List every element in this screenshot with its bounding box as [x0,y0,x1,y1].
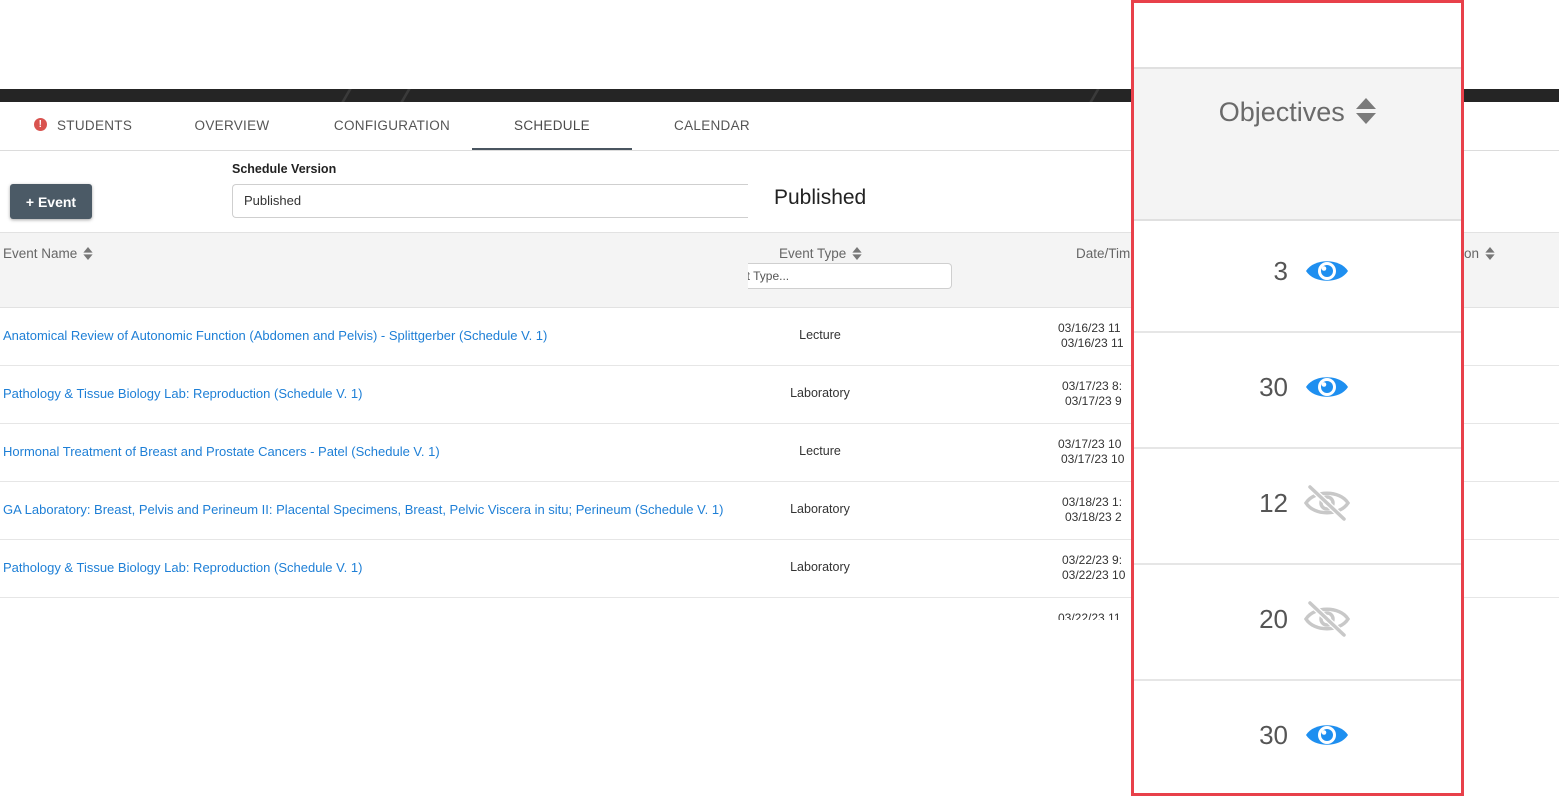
event-type-cell: Laboratory [790,560,850,574]
event-type-cell: Laboratory [790,502,850,516]
filter-placeholder: nt Type... [748,269,790,283]
end-date: 03/17/23 10 [1061,452,1125,466]
tab-configuration[interactable]: CONFIGURATION [322,102,462,150]
start-date: 03/17/23 10 [1058,437,1122,451]
objectives-row: 20 [1134,565,1461,681]
col-header-event-type[interactable]: Event Type [779,246,862,261]
tab-label: STUDENTS [57,118,133,133]
tab-label: SCHEDULE [514,118,590,133]
date-time-cell: 03/22/23 9: 03/22/23 10 [1040,553,1133,583]
date-time-cell: 03/17/23 10 03/17/23 10 [1040,437,1133,467]
objectives-row: 30 [1134,681,1461,793]
objectives-row: 30 [1134,333,1461,449]
tab-overview[interactable]: OVERVIEW [182,102,282,150]
end-date: 03/16/23 11 [1061,336,1124,350]
eye-icon[interactable] [1304,369,1350,405]
tab-label: CONFIGURATION [333,118,451,133]
eye-off-icon[interactable] [1304,485,1350,521]
col-header-label: on [1464,246,1480,261]
event-name-link[interactable]: Anatomical Review of Autonomic Function … [3,328,547,343]
objectives-count: 30 [1259,372,1288,402]
col-header-label: Event Type [779,246,847,261]
start-date: 03/17/23 8: [1062,379,1123,393]
objectives-count: 30 [1259,720,1288,750]
start-date: 03/16/23 11 [1058,321,1121,335]
date-time-cell: 03/18/23 1: 03/18/23 2 [1040,495,1133,525]
end-date: 03/22/23 10 [1062,568,1126,582]
schedule-version-select[interactable]: Published [232,184,748,218]
objectives-count: 20 [1259,604,1288,634]
objectives-header-label: Objectives [1134,97,1461,128]
partial-date-cell: 03/22/23 11 [1040,611,1133,620]
banner-streak [1089,89,1100,102]
sort-icon [1485,246,1495,260]
schedule-version-label: Schedule Version [232,162,337,176]
published-heading: Published [774,186,867,209]
end-date: 03/18/23 2 [1065,510,1122,524]
event-type-cell: Lecture [799,328,841,342]
event-name-link[interactable]: Hormonal Treatment of Breast and Prostat… [3,444,440,459]
header-text: Objectives [1218,97,1345,127]
objectives-count: 12 [1259,488,1288,518]
banner-streak [400,89,411,102]
start-date: 03/22/23 11 [1058,611,1121,620]
tab-label: CALENDAR [674,118,750,133]
objectives-zoom-callout: Objectives 3 30 12 20 30 [1131,0,1464,796]
sort-icon [83,246,93,260]
start-date: 03/18/23 1: [1062,495,1123,509]
eye-icon[interactable] [1304,253,1350,289]
add-event-button[interactable]: + Event [10,184,92,219]
objectives-row: 12 [1134,449,1461,565]
end-date: 03/17/23 9 [1065,394,1122,408]
event-type-cell: Laboratory [790,386,850,400]
event-name-link[interactable]: Pathology & Tissue Biology Lab: Reproduc… [3,386,362,401]
eye-icon[interactable] [1304,717,1350,753]
tab-label: OVERVIEW [194,118,270,133]
tab-schedule[interactable]: SCHEDULE [472,102,632,150]
event-name-link[interactable]: Pathology & Tissue Biology Lab: Reproduc… [3,560,362,575]
tab-calendar[interactable]: CALENDAR [662,102,762,150]
col-header-date-time[interactable]: Date/Tim [1076,246,1133,261]
eye-off-icon[interactable] [1304,601,1350,637]
date-time-cell: 03/16/23 11 03/16/23 11 [1040,321,1133,351]
alert-icon: ! [34,117,47,131]
col-header-event-name[interactable]: Event Name [3,246,93,261]
date-time-cell: 03/17/23 8: 03/17/23 9 [1040,379,1133,409]
objectives-row: 3 [1134,217,1461,333]
objectives-column-header[interactable]: Objectives [1134,67,1461,221]
event-type-cell: Lecture [799,444,841,458]
event-type-filter-input[interactable]: nt Type... [748,263,952,289]
start-date: 03/22/23 9: [1062,553,1123,567]
tab-students[interactable]: ! STUDENTS [34,102,144,150]
event-name-link[interactable]: GA Laboratory: Breast, Pelvis and Perine… [3,502,723,517]
sort-icon [852,246,862,260]
objectives-count: 3 [1273,256,1288,286]
sort-icon [1356,97,1377,124]
col-header-partial[interactable]: on [1464,246,1495,261]
col-header-label: Event Name [3,246,78,261]
banner-streak [341,89,352,102]
